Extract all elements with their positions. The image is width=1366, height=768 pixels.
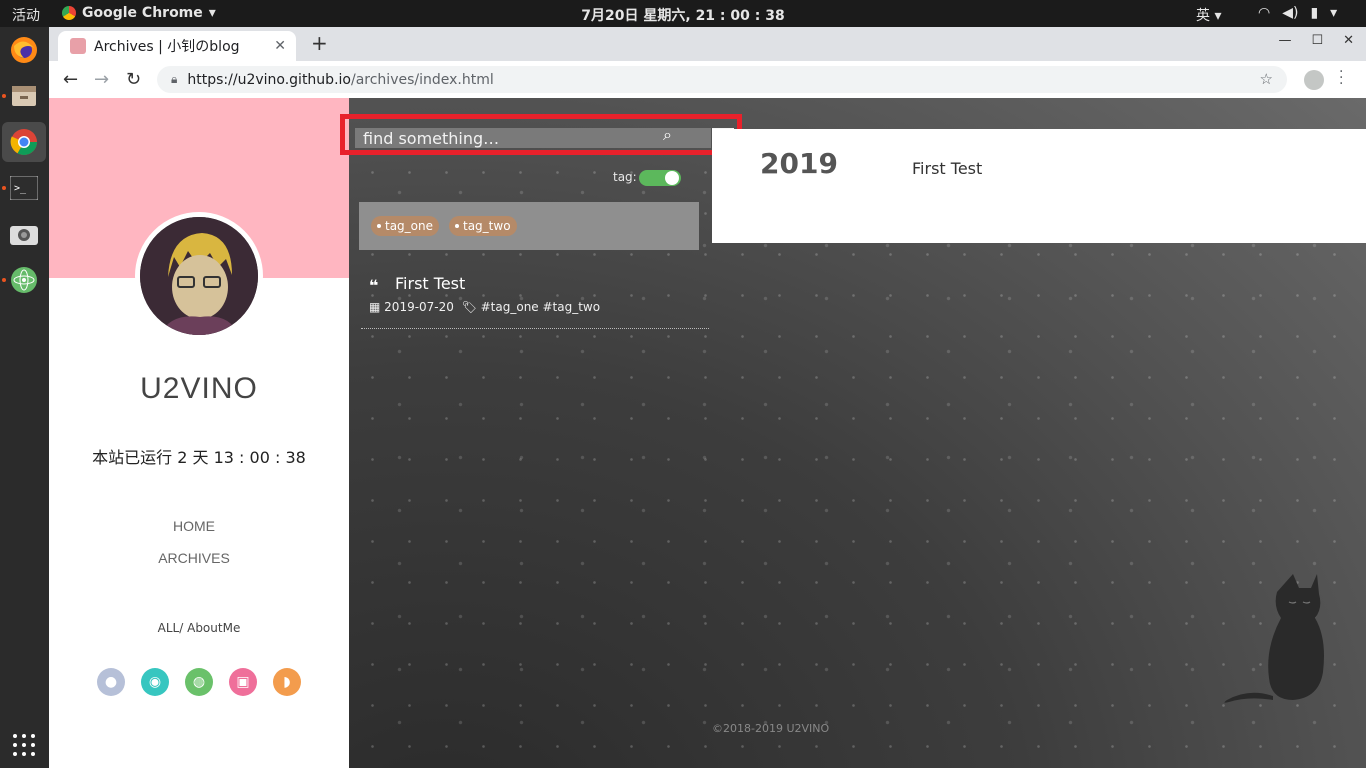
archive-year: 2019 <box>760 147 838 180</box>
site-name: U2VINO <box>140 372 258 405</box>
highlight-box <box>340 114 742 155</box>
wifi-icon: ◠ <box>1258 5 1271 21</box>
browser-toolbar: ← → ↻ 🔒︎ https://u2vino.github.io/archiv… <box>49 61 1366 99</box>
divider <box>361 328 709 329</box>
browser-tab[interactable]: Archives | 小钊のblog ✕ <box>58 31 296 61</box>
chrome-icon <box>62 6 76 20</box>
app-menu[interactable]: Google Chrome ▾ <box>62 5 216 21</box>
tab-strip: Archives | 小钊のblog ✕ + — ☐ ✕ <box>49 27 1366 61</box>
input-method-indicator[interactable]: 英 ▾ <box>1196 5 1221 25</box>
tag-icon: 🏷︎ <box>461 300 477 314</box>
url-path: /archives/index.html <box>350 71 494 88</box>
volume-icon: ◀) <box>1282 5 1299 21</box>
wechat-icon[interactable]: ◍ <box>185 668 213 696</box>
footer-copyright: ©2018-2019 U2VINO <box>712 722 830 735</box>
url-host: https://u2vino.github.io <box>187 71 351 88</box>
activities-button[interactable]: 活动 <box>12 5 40 25</box>
bookmark-star-icon[interactable]: ☆ <box>1260 70 1273 88</box>
archive-entry[interactable]: First Test <box>912 159 982 178</box>
filter-aboutme-link[interactable]: / AboutMe <box>179 621 240 635</box>
qq-icon[interactable]: ◉ <box>141 668 169 696</box>
post-tags[interactable]: #tag_one #tag_two <box>481 300 600 314</box>
nav-link-home[interactable]: HOME <box>49 518 339 534</box>
tab-title: Archives | 小钊のblog <box>94 39 240 55</box>
tag-toggle[interactable] <box>639 170 681 186</box>
tag-toggle-label: tag: <box>613 170 637 184</box>
chevron-down-icon: ▾ <box>1330 5 1338 21</box>
address-bar[interactable]: 🔒︎ https://u2vino.github.io/archives/ind… <box>157 66 1287 93</box>
calendar-icon: ▦ <box>369 300 381 314</box>
favicon-icon <box>70 38 86 54</box>
svg-text:>_: >_ <box>14 183 27 194</box>
cat-mascot[interactable] <box>1219 568 1329 712</box>
toggle-knob <box>665 171 679 185</box>
post-date: 2019-07-20 <box>384 300 454 314</box>
close-window-button[interactable]: ✕ <box>1343 33 1354 48</box>
site-runtime: 本站已运行 2 天 13 : 00 : 38 <box>92 448 306 467</box>
lock-icon: 🔒︎ <box>171 72 178 86</box>
close-icon[interactable]: ✕ <box>274 38 286 54</box>
tag-chip-tag-one[interactable]: tag_one <box>371 216 440 236</box>
minimize-button[interactable]: — <box>1278 33 1291 48</box>
blog-sidebar: U2VINO 本站已运行 2 天 13 : 00 : 38 HOME ARCHI… <box>49 98 349 768</box>
back-button[interactable]: ← <box>63 69 78 90</box>
tag-chip-tag-two[interactable]: tag_two <box>449 216 517 236</box>
filter-all-link[interactable]: ALL <box>158 621 180 635</box>
screenshot-icon[interactable] <box>7 217 41 251</box>
files-icon[interactable] <box>7 79 41 113</box>
battery-icon: ▮ <box>1310 5 1319 21</box>
rss-icon[interactable]: ◗ <box>273 668 301 696</box>
category-filter: ALL/ AboutMe <box>49 621 349 635</box>
social-links: ● ◉ ◍ ▣ ◗ <box>97 668 301 696</box>
menu-kebab-icon[interactable]: · · · <box>1339 65 1343 91</box>
app-menu-label: Google Chrome <box>82 5 203 21</box>
reload-button[interactable]: ↻ <box>126 69 141 90</box>
nav-link-archives[interactable]: ARCHIVES <box>49 550 339 566</box>
post-meta: ▦ 2019-07-20 🏷︎ #tag_one #tag_two <box>369 300 600 314</box>
quote-icon: ❝ <box>369 276 379 295</box>
app-grid-icon[interactable] <box>12 733 36 761</box>
avatar[interactable] <box>135 212 263 340</box>
page-viewport: U2VINO 本站已运行 2 天 13 : 00 : 38 HOME ARCHI… <box>49 98 1366 768</box>
system-top-bar: 活动 Google Chrome ▾ 7月20日 星期六, 21 : 00 : … <box>0 0 1366 27</box>
maximize-button[interactable]: ☐ <box>1311 33 1323 48</box>
clock[interactable]: 7月20日 星期六, 21 : 00 : 38 <box>581 8 784 24</box>
profile-avatar[interactable] <box>1304 70 1324 90</box>
system-tray[interactable]: ◠ ◀) ▮ ▾ <box>1258 5 1337 21</box>
bilibili-icon[interactable]: ▣ <box>229 668 257 696</box>
github-icon[interactable]: ● <box>97 668 125 696</box>
atom-icon[interactable] <box>7 263 41 297</box>
forward-button[interactable]: → <box>94 69 109 90</box>
archive-year-card: 2019 First Test <box>712 129 1366 243</box>
window-controls: — ☐ ✕ <box>1278 33 1354 48</box>
chrome-icon[interactable] <box>2 122 46 162</box>
post-title[interactable]: First Test <box>395 274 465 293</box>
firefox-icon[interactable] <box>7 33 41 67</box>
chevron-down-icon: ▾ <box>208 5 216 21</box>
dock: >_ <box>0 27 49 768</box>
terminal-icon[interactable]: >_ <box>7 171 41 205</box>
new-tab-button[interactable]: + <box>311 31 328 55</box>
